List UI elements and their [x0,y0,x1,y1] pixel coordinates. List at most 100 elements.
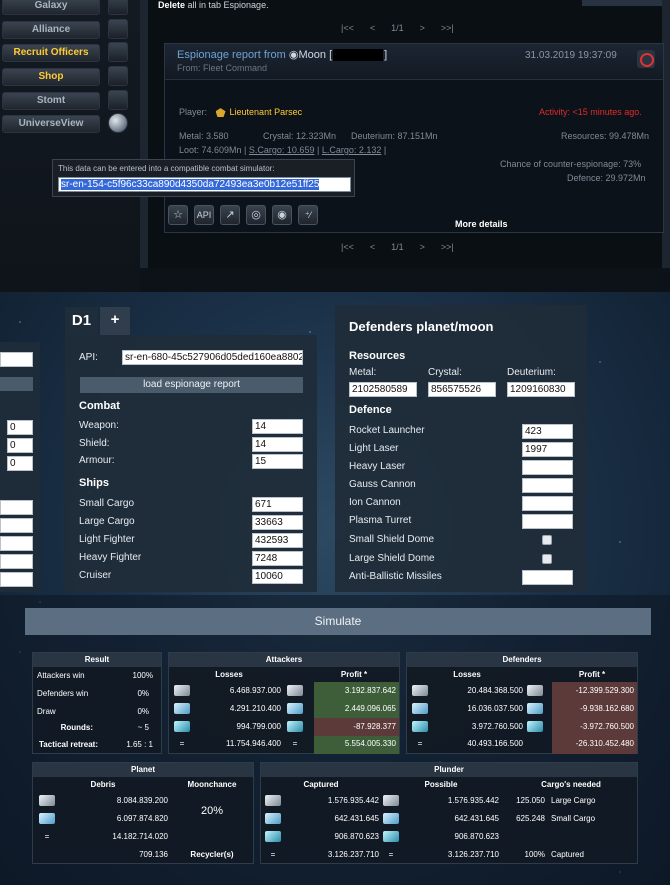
api-input[interactable]: sr-en-680-45c527906d05ded160ea880254 [122,350,303,365]
shield-input[interactable]: 14 [252,437,303,452]
rounds-label: Rounds: [60,723,93,732]
left-tech-input[interactable]: 0 [7,420,33,435]
left-ship-input[interactable] [0,536,33,551]
rocket-launcher-input[interactable]: 423 [522,424,573,439]
light-laser-input[interactable]: 1997 [522,442,573,457]
simulate-button[interactable]: Simulate [25,608,651,635]
metal-input[interactable]: 2102580589 [349,382,417,397]
pager-last[interactable]: >>| [441,242,454,252]
menu-galaxy-button[interactable]: Galaxy [2,0,100,15]
api-key-field[interactable]: sr-en-154-c5f96c33ca890d4350da72493ea3e0… [58,177,351,192]
officers-icon[interactable] [108,42,128,62]
lcargo-link[interactable]: L.Cargo: 2.132 [322,145,382,155]
player-label: Player: [179,107,208,117]
pager-bottom: |<< <1/1 > >>| [333,242,462,252]
large-cargo-input[interactable]: 33663 [252,515,303,530]
light-fighter-input[interactable]: 432593 [252,533,303,548]
heavy-fighter-label: Heavy Fighter [79,552,142,563]
small-shield-dome-checkbox[interactable] [542,535,552,545]
menu-stomt-button[interactable]: Stomt [2,92,100,110]
deuterium-icon [412,721,428,732]
menu-recruit-officers-button[interactable]: Recruit Officers [2,44,100,62]
equals-sign: = [292,739,298,748]
delete-report-icon[interactable] [637,50,655,68]
load-espionage-report-button[interactable]: load espionage report [80,377,303,393]
plunder-table: Plunder Captured Possible Cargo's needed… [260,762,638,864]
cruiser-input[interactable]: 10060 [252,569,303,584]
menu-alliance-button[interactable]: Alliance [2,21,100,39]
plasma-turret-input[interactable] [522,514,573,529]
delete-button[interactable] [582,0,662,6]
heavy-fighter-input[interactable]: 7248 [252,551,303,566]
left-ship-input[interactable] [0,518,33,533]
report-planet[interactable]: ◉Moon [] [289,49,387,62]
pager-first[interactable]: |<< [341,23,354,33]
resources-heading: Resources [349,350,406,362]
left-ship-input[interactable] [0,554,33,569]
deuterium-value: Deuterium: 87.151Mn [351,131,438,141]
anti-ballistic-input[interactable] [522,570,573,585]
defenders-losses-header: Losses [453,670,481,679]
left-ship-input[interactable] [0,572,33,587]
gauss-cannon-input[interactable] [522,478,573,493]
menu-universeview-button[interactable]: UniverseView [2,115,100,133]
moon-icon[interactable] [108,113,128,133]
stomt-icon[interactable] [108,90,128,110]
pager-prev[interactable]: < [370,242,375,252]
simulate-icon[interactable]: ⁺⁄ [298,205,318,225]
crystal-icon [174,703,190,714]
ships-heading: Ships [79,477,109,489]
report-title[interactable]: Espionage report from ◉Moon [] [177,48,387,62]
api-icon[interactable]: API [194,205,214,225]
menu-shop-button[interactable]: Shop [2,68,100,86]
left-partial-button[interactable] [0,377,33,391]
crystal-input[interactable]: 856575526 [428,382,496,397]
pager-prev[interactable]: < [370,23,375,33]
pager-next[interactable]: > [420,242,425,252]
weapon-input[interactable]: 14 [252,419,303,434]
player-name[interactable]: Lieutenant Parsec [230,107,303,117]
share-icon[interactable]: ↗ [220,205,240,225]
spy-eye-icon[interactable]: ◉ [272,205,292,225]
defenders-total-loss: 40.493.166.500 [467,739,523,748]
planet-icon[interactable] [108,0,128,15]
more-details-link[interactable]: More details [455,219,508,229]
scargo-link[interactable]: S.Cargo: 10.659 [249,145,315,155]
cargo-type-large: Large Cargo [551,796,596,805]
large-shield-dome-checkbox[interactable] [542,554,552,564]
weapon-label: Weapon: [79,420,119,431]
left-tech-input[interactable]: 0 [7,456,33,471]
add-tab-button[interactable]: + [100,307,130,335]
pager-next[interactable]: > [420,23,425,33]
counter-espionage: Chance of counter-espionage: 73% [500,159,642,169]
shop-icon[interactable] [108,66,128,86]
defenders-win-label: Defenders win [37,689,89,698]
pager-first[interactable]: |<< [341,242,354,252]
player-line: Player: Lieutenant Parsec [179,107,303,118]
plunder-title: Plunder [434,765,464,774]
small-cargo-label: Small Cargo [79,498,135,509]
armour-input[interactable]: 15 [252,454,303,469]
attackers-profit-crystal: 2.449.096.065 [344,704,396,713]
pager-last[interactable]: >>| [441,23,454,33]
left-ship-input[interactable] [0,500,33,515]
small-shield-dome-label: Small Shield Dome [349,534,435,545]
loot-separator: | [383,145,387,155]
deuterium-input[interactable]: 1209160830 [507,382,575,397]
small-cargo-input[interactable]: 671 [252,497,303,512]
tab-d1[interactable]: D1 [65,307,98,335]
possible-metal: 1.576.935.442 [447,796,499,805]
favorite-star-icon[interactable]: ☆ [168,205,188,225]
left-partial-input[interactable] [0,352,33,367]
rounds-value: ~ 5 [137,723,149,732]
shield-label: Shield: [79,438,110,449]
heavy-laser-input[interactable] [522,460,573,475]
rocket-launcher-label: Rocket Launcher [349,425,425,436]
ion-cannon-input[interactable] [522,496,573,511]
captured-percent: 100% [524,850,545,859]
alliance-icon[interactable] [108,19,128,39]
delete-hint-bold[interactable]: Delete [158,0,185,10]
attack-target-icon[interactable]: ◎ [246,205,266,225]
left-tech-input[interactable]: 0 [7,438,33,453]
captured-percent-label: Captured [551,850,584,859]
